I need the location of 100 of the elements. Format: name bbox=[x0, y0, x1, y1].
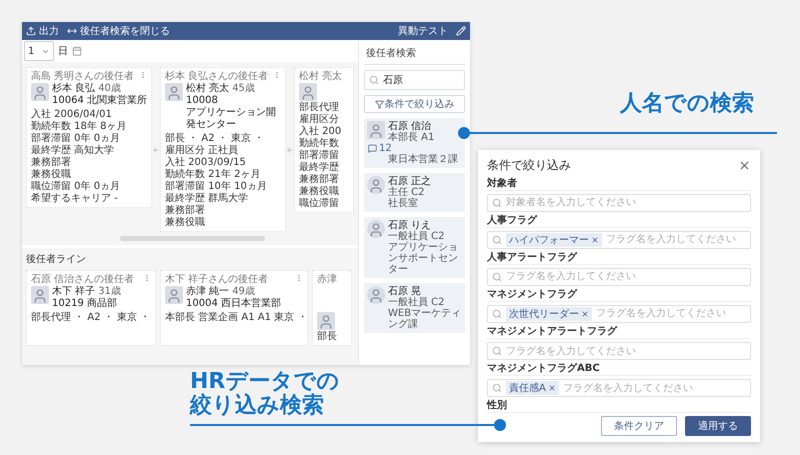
search-field[interactable]: 石原 bbox=[364, 70, 465, 90]
dialog-button[interactable]: 適用する bbox=[685, 416, 751, 436]
search-result[interactable]: 石原 正之 主任 C2 社長室 bbox=[364, 173, 465, 212]
card-detail: 入社 2003/09/15 bbox=[165, 157, 247, 168]
search-result[interactable]: 石原 信治 本部長 A1 12 東日本営業２課 bbox=[364, 118, 465, 168]
field-label: 人事アラートフラグ bbox=[487, 252, 751, 265]
filter-tag[interactable]: 責任感A bbox=[506, 381, 559, 396]
number-select[interactable]: 1 bbox=[24, 41, 54, 61]
result-name: 石原 晃 bbox=[388, 286, 422, 297]
result-role: 主任 C2 bbox=[388, 187, 426, 198]
search-result[interactable]: 石原 晃 一般社員 C2 WEBマーケティング課 bbox=[364, 283, 465, 333]
card-detail: 勤続年数 21年 2ヶ月 bbox=[165, 169, 262, 180]
card-detail: 部長代理 bbox=[299, 102, 340, 113]
calendar-icon[interactable] bbox=[72, 46, 82, 56]
toolbar-button[interactable]: 後任者検索を閉じる bbox=[67, 24, 170, 38]
result-role: 一般社員 C2 bbox=[388, 297, 446, 308]
field-label: マネジメントフラグABC bbox=[487, 363, 751, 376]
avatar-silhouette bbox=[367, 176, 385, 194]
arrow-left-icon bbox=[152, 144, 160, 154]
avatar-silhouette bbox=[367, 286, 385, 304]
dialog-button[interactable]: 条件クリア bbox=[601, 416, 677, 436]
avatar-silhouette bbox=[31, 83, 49, 101]
tag-input-field[interactable]: ハイパフォーマー フラグ名を入力してください bbox=[487, 230, 751, 249]
person-info: 10004 西日本営業部 bbox=[186, 298, 281, 310]
comment-count: 12 bbox=[368, 143, 458, 154]
filter-tag[interactable]: ハイパフォーマー bbox=[506, 232, 602, 247]
card-detail: 最終学歴 高知大学 bbox=[31, 145, 116, 156]
remove-icon[interactable] bbox=[581, 310, 589, 318]
card-detail: 希望するキャリア - bbox=[31, 193, 119, 204]
filter-icon bbox=[374, 100, 384, 108]
unit-label: 日 bbox=[58, 45, 68, 58]
person-info: 10008 bbox=[186, 95, 219, 106]
comment-icon bbox=[368, 144, 377, 153]
card-detail: 部長 ・ A2 ・ 東京 ・ bbox=[165, 133, 266, 144]
callout-text: 人名での検索 bbox=[620, 92, 754, 116]
scenario-title: 異動テスト bbox=[398, 25, 448, 38]
search-icon bbox=[369, 75, 379, 85]
avatar-silhouette bbox=[367, 121, 385, 139]
tag-input-field[interactable]: フラグ名を入力してください bbox=[487, 268, 751, 286]
card-detail: 最終学歴 群馬大学 bbox=[165, 193, 250, 204]
edit-icon[interactable] bbox=[456, 26, 466, 36]
card-detail: 雇用区分 正社員 bbox=[165, 145, 240, 156]
field-label: マネジメントフラグ bbox=[487, 288, 751, 302]
field-label: 対象者 bbox=[487, 178, 751, 191]
avatar-silhouette bbox=[165, 83, 183, 101]
card-caption: 木下 祥子さんの後任者 bbox=[165, 274, 270, 285]
search-icon bbox=[492, 234, 502, 245]
result-name: 石原 正之 bbox=[388, 176, 432, 187]
scrollbar[interactable] bbox=[120, 236, 264, 241]
callout-text: HRデータでの bbox=[190, 370, 340, 394]
result-department: アプリケーションサポートセンター bbox=[388, 242, 459, 275]
avatar-silhouette bbox=[317, 312, 335, 330]
tag-input-field[interactable]: 責任感A フラグ名を入力してください bbox=[487, 379, 751, 398]
search-icon bbox=[492, 272, 502, 282]
card-detail: 部長 bbox=[317, 331, 338, 342]
card-detail: 入社 2006/04/01 bbox=[31, 109, 113, 120]
person-name: 松村 亮太 45歳 bbox=[186, 83, 256, 95]
field-label: 人事フラグ bbox=[487, 214, 751, 228]
result-role: 本部長 A1 bbox=[388, 132, 436, 143]
search-result[interactable]: 石原 りえ 一般社員 C2 アプリケーションサポートセンター bbox=[364, 217, 465, 278]
card-detail: 兼務役職 bbox=[299, 186, 340, 197]
field-label: 性別 bbox=[487, 400, 751, 414]
callout-text: 絞り込み検索 bbox=[190, 394, 325, 418]
result-department: 東日本営業２課 bbox=[388, 154, 458, 165]
dialog-title: 条件で絞り込み bbox=[487, 156, 571, 174]
remove-icon[interactable] bbox=[591, 236, 599, 244]
search-icon bbox=[492, 346, 502, 356]
card-detail: 部署滞留 bbox=[299, 150, 340, 161]
tag-input-field[interactable]: フラグ名を入力してください bbox=[487, 342, 751, 360]
result-name: 石原 りえ bbox=[388, 220, 432, 231]
card-detail: 最終学歴 bbox=[299, 162, 340, 173]
toolbar-button[interactable]: 出力 bbox=[26, 24, 59, 38]
avatar-silhouette bbox=[31, 286, 49, 304]
remove-icon[interactable] bbox=[548, 384, 556, 392]
person-name: 赤津 純一 49歳 bbox=[186, 286, 256, 298]
search-icon bbox=[492, 383, 502, 394]
person-name: 杉本 良弘 40歳 bbox=[52, 83, 122, 94]
card-caption: 高島 秀明さんの後任者 bbox=[31, 71, 136, 82]
avatar-silhouette bbox=[299, 83, 317, 101]
search-icon bbox=[492, 198, 502, 208]
panel-title: 後任者検索 bbox=[364, 44, 465, 65]
close-icon[interactable] bbox=[738, 158, 751, 172]
filter-tag[interactable]: 次世代リーダー bbox=[506, 306, 592, 321]
card-detail: 兼務役職 bbox=[31, 169, 72, 180]
tag-input-field[interactable]: 次世代リーダー フラグ名を入力してください bbox=[487, 304, 751, 323]
card-caption: 石原 信治さんの後任者 bbox=[31, 274, 136, 285]
card-caption: 赤津 bbox=[317, 274, 338, 287]
search-icon bbox=[492, 308, 502, 319]
card-caption: 杉本 良弘さんの後任者 bbox=[165, 71, 270, 82]
person-info: 10064 北関東営業所 bbox=[52, 95, 147, 107]
card-detail: 部署滞留 0年 0ヵ月 bbox=[31, 133, 122, 144]
card-detail: 職位滞留 0年 0ヵ月 bbox=[31, 181, 122, 192]
card-detail: 兼務部署 bbox=[299, 174, 340, 185]
card-detail: 部署滞留 10年 10ヵ月 bbox=[165, 181, 268, 192]
card-detail: 雇用区分 bbox=[299, 114, 340, 125]
card-detail: 勤続年数 bbox=[299, 138, 340, 149]
arrow-left-icon bbox=[286, 144, 294, 154]
person-info: アプリケーション開発センター bbox=[186, 107, 277, 131]
filter-button[interactable]: 条件で絞り込み bbox=[364, 95, 465, 113]
person-info: 10219 商品部 bbox=[52, 298, 118, 310]
